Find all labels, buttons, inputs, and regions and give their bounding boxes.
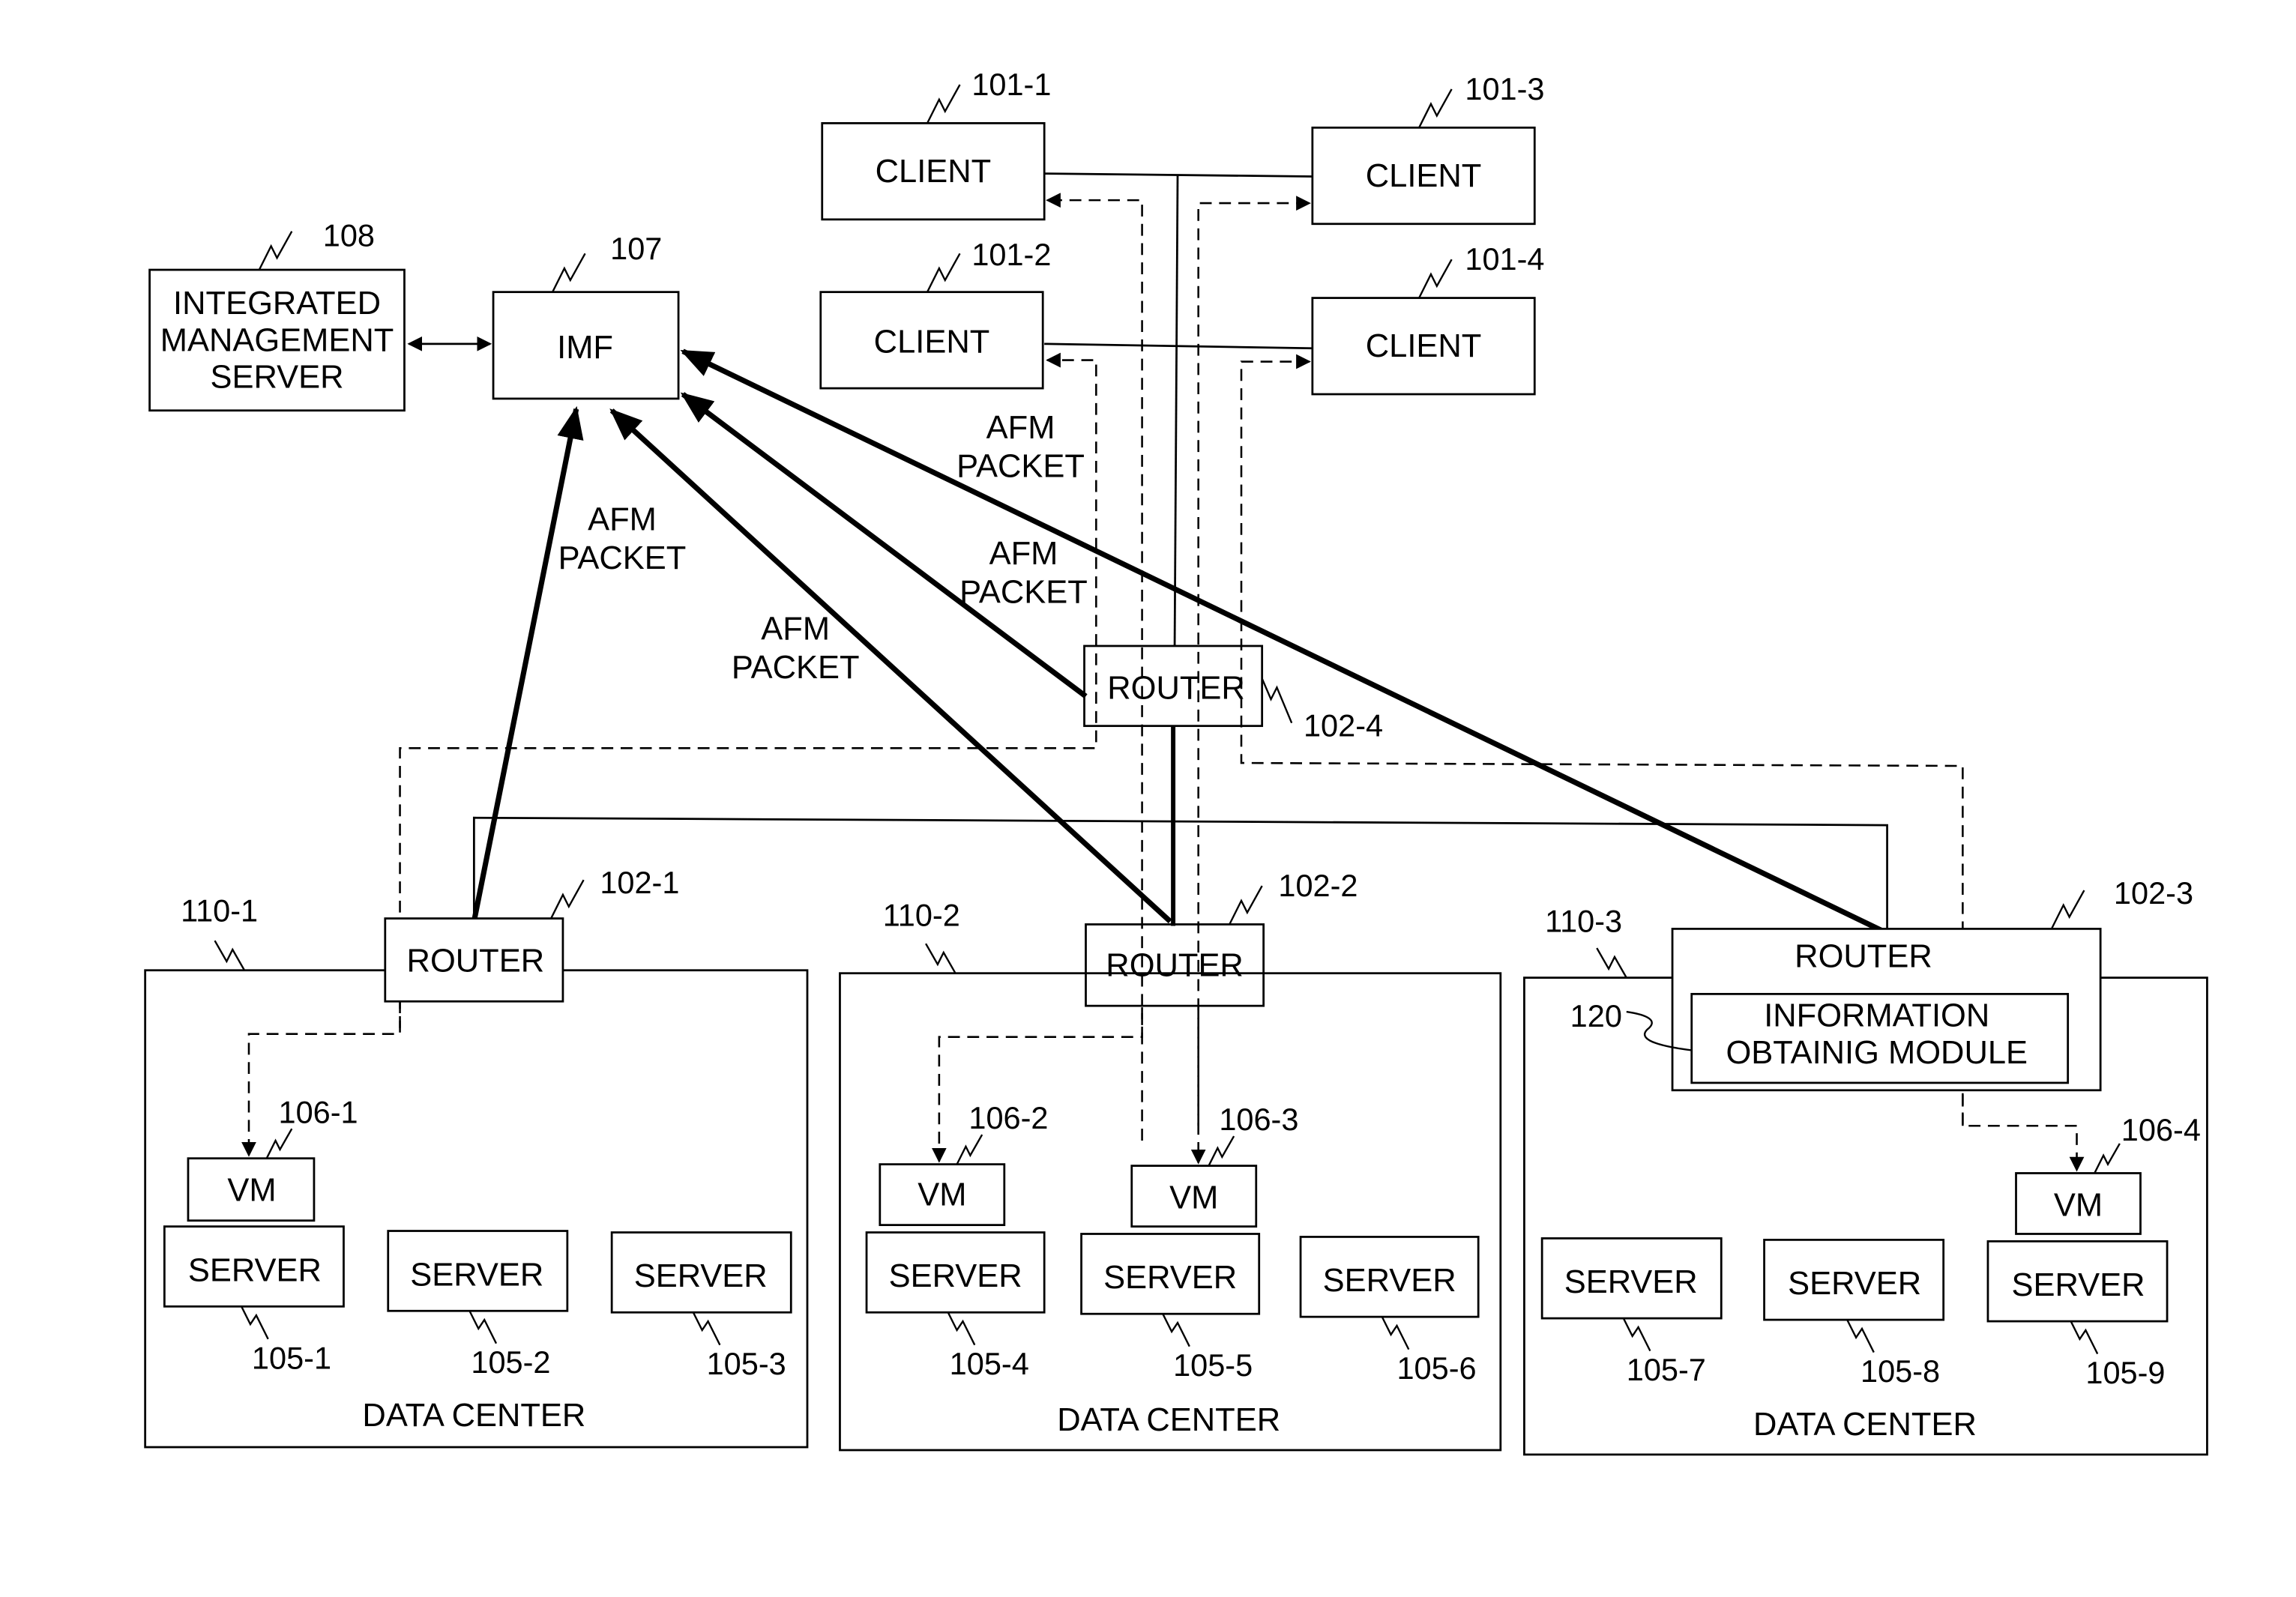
afm-label: AFM PACKET xyxy=(956,410,1085,484)
router-102-2: ROUTER 110-2 102-2 xyxy=(1085,868,1358,1007)
vm-label: VM xyxy=(1169,1180,1218,1216)
module-line1: INFORMATION xyxy=(1764,997,1989,1033)
server-label: SERVER xyxy=(1564,1264,1698,1300)
network-diagram: AFM PACKET AFM PACKET AFM PACKET AFM PAC… xyxy=(144,67,2208,1456)
afm-arrow-102-2 xyxy=(609,408,1172,924)
server-105-4: SERVER 105-4 xyxy=(865,1231,1046,1381)
server-105-2: SERVER 105-2 xyxy=(387,1230,569,1380)
client-box: CLIENT 101-1 xyxy=(821,67,1051,221)
server-label: SERVER xyxy=(1103,1260,1237,1296)
ref-label: 120 xyxy=(1570,998,1622,1033)
vm-106-2: VM 106-2 xyxy=(879,1100,1048,1227)
server-label: SERVER xyxy=(634,1258,768,1294)
server-label: SERVER xyxy=(2012,1267,2145,1303)
router-label: ROUTER xyxy=(1795,938,1932,974)
router-label: ROUTER xyxy=(1106,947,1244,983)
ref-label: 106-4 xyxy=(2121,1112,2201,1147)
ref-label: 106-3 xyxy=(1219,1102,1298,1137)
vm-label: VM xyxy=(227,1173,276,1209)
ref-label: 110-1 xyxy=(181,893,258,929)
server-105-8: SERVER 105-8 xyxy=(1763,1239,1945,1389)
ims-line2: MANAGEMENT xyxy=(160,322,394,358)
data-center-label: DATA CENTER xyxy=(1753,1407,1977,1443)
server-105-6: SERVER 105-6 xyxy=(1299,1236,1480,1386)
client-box: CLIENT 101-3 xyxy=(1311,71,1545,226)
server-105-7: SERVER 105-7 xyxy=(1540,1237,1723,1387)
server-105-3: SERVER 105-3 xyxy=(610,1231,792,1381)
ref-label: 105-6 xyxy=(1396,1350,1476,1386)
afm-label-line1: AFM xyxy=(986,410,1055,446)
afm-label-line1: AFM xyxy=(761,612,830,647)
vm-label: VM xyxy=(2054,1187,2103,1223)
afm-label-line1: AFM xyxy=(588,501,657,537)
afm-label-line2: PACKET xyxy=(956,448,1085,484)
imf-label: IMF xyxy=(557,330,613,366)
router-102-1: ROUTER 102-1 xyxy=(384,865,679,1003)
afm-arrow-102-1 xyxy=(471,405,584,923)
vm-106-4: VM 106-4 xyxy=(2015,1112,2201,1235)
data-center-110-3: 110-3 DATA CENTER ROUTER 102-3 INFORMATI… xyxy=(1523,875,2208,1456)
ref-label: 102-2 xyxy=(1278,868,1358,903)
server-105-5: SERVER 105-5 xyxy=(1080,1233,1261,1383)
ref-label: 110-3 xyxy=(1545,903,1622,938)
client-label: CLIENT xyxy=(1366,328,1482,364)
ref-label: 102-1 xyxy=(600,865,679,900)
information-obtaining-module: INFORMATION OBTAINIG MODULE 120 xyxy=(1570,992,2070,1084)
ref-label: 105-5 xyxy=(1173,1347,1253,1383)
client-box: CLIENT 101-2 xyxy=(819,237,1051,390)
client-label: CLIENT xyxy=(874,324,990,360)
server-label: SERVER xyxy=(1323,1263,1456,1299)
vm-label: VM xyxy=(918,1177,966,1213)
ims-line3: SERVER xyxy=(211,360,344,396)
imf-box: IMF 107 xyxy=(492,231,680,400)
server-label: SERVER xyxy=(889,1258,1022,1294)
ref-label: 106-2 xyxy=(968,1100,1048,1135)
data-center-label: DATA CENTER xyxy=(1057,1402,1280,1438)
integrated-management-server: INTEGRATED MANAGEMENT SERVER 108 xyxy=(148,217,406,412)
server-105-9: SERVER 105-9 xyxy=(1986,1240,2169,1390)
ref-label: 110-2 xyxy=(883,897,960,932)
client-label: CLIENT xyxy=(1366,158,1482,194)
router-102-4: ROUTER 102-4 xyxy=(1083,644,1383,743)
afm-label-line1: AFM xyxy=(989,536,1058,572)
client-label: CLIENT xyxy=(876,154,992,190)
ref-label: 105-1 xyxy=(252,1340,331,1375)
ref-label: 107 xyxy=(610,231,662,266)
ref-label: 102-3 xyxy=(2114,875,2193,911)
ref-label: 108 xyxy=(323,217,375,253)
router-102-3: ROUTER 102-3 INFORMATION OBTAINIG MODULE… xyxy=(1570,875,2193,1092)
server-105-1: SERVER 105-1 xyxy=(163,1225,345,1375)
ref-label: 106-1 xyxy=(279,1094,358,1129)
ref-label: 101-2 xyxy=(971,237,1051,272)
afm-label: AFM PACKET xyxy=(558,501,687,576)
ref-label: 105-2 xyxy=(471,1344,550,1380)
server-label: SERVER xyxy=(1788,1266,1921,1302)
ref-label: 102-4 xyxy=(1304,708,1383,743)
afm-label: AFM PACKET xyxy=(959,536,1088,610)
ims-line1: INTEGRATED xyxy=(173,286,381,321)
afm-label-line2: PACKET xyxy=(959,574,1088,610)
router-label: ROUTER xyxy=(407,943,545,979)
ref-label: 105-8 xyxy=(1860,1353,1940,1389)
afm-label-line2: PACKET xyxy=(732,650,860,686)
router-label: ROUTER xyxy=(1107,671,1245,707)
ref-label: 105-4 xyxy=(950,1346,1029,1381)
server-label: SERVER xyxy=(188,1252,322,1288)
ref-label: 105-3 xyxy=(707,1346,786,1381)
data-center-110-1: 110-1 DATA CENTER ROUTER 102-1 VM 106-1 … xyxy=(144,865,809,1449)
server-label: SERVER xyxy=(410,1257,543,1293)
afm-label-line2: PACKET xyxy=(558,540,687,576)
ref-label: 101-1 xyxy=(971,67,1051,102)
vm-106-1: VM 106-1 xyxy=(187,1094,358,1222)
ref-label: 105-7 xyxy=(1627,1352,1706,1387)
client-box: CLIENT 101-4 xyxy=(1311,241,1545,396)
ref-label: 105-9 xyxy=(2085,1355,2165,1390)
vm-106-3: VM 106-3 xyxy=(1130,1102,1298,1228)
ref-label: 101-4 xyxy=(1465,241,1544,277)
ref-label: 101-3 xyxy=(1465,71,1544,106)
afm-packet-arrows xyxy=(471,348,1883,933)
data-center-label: DATA CENTER xyxy=(362,1398,585,1434)
module-line2: OBTAINIG MODULE xyxy=(1726,1035,2028,1071)
